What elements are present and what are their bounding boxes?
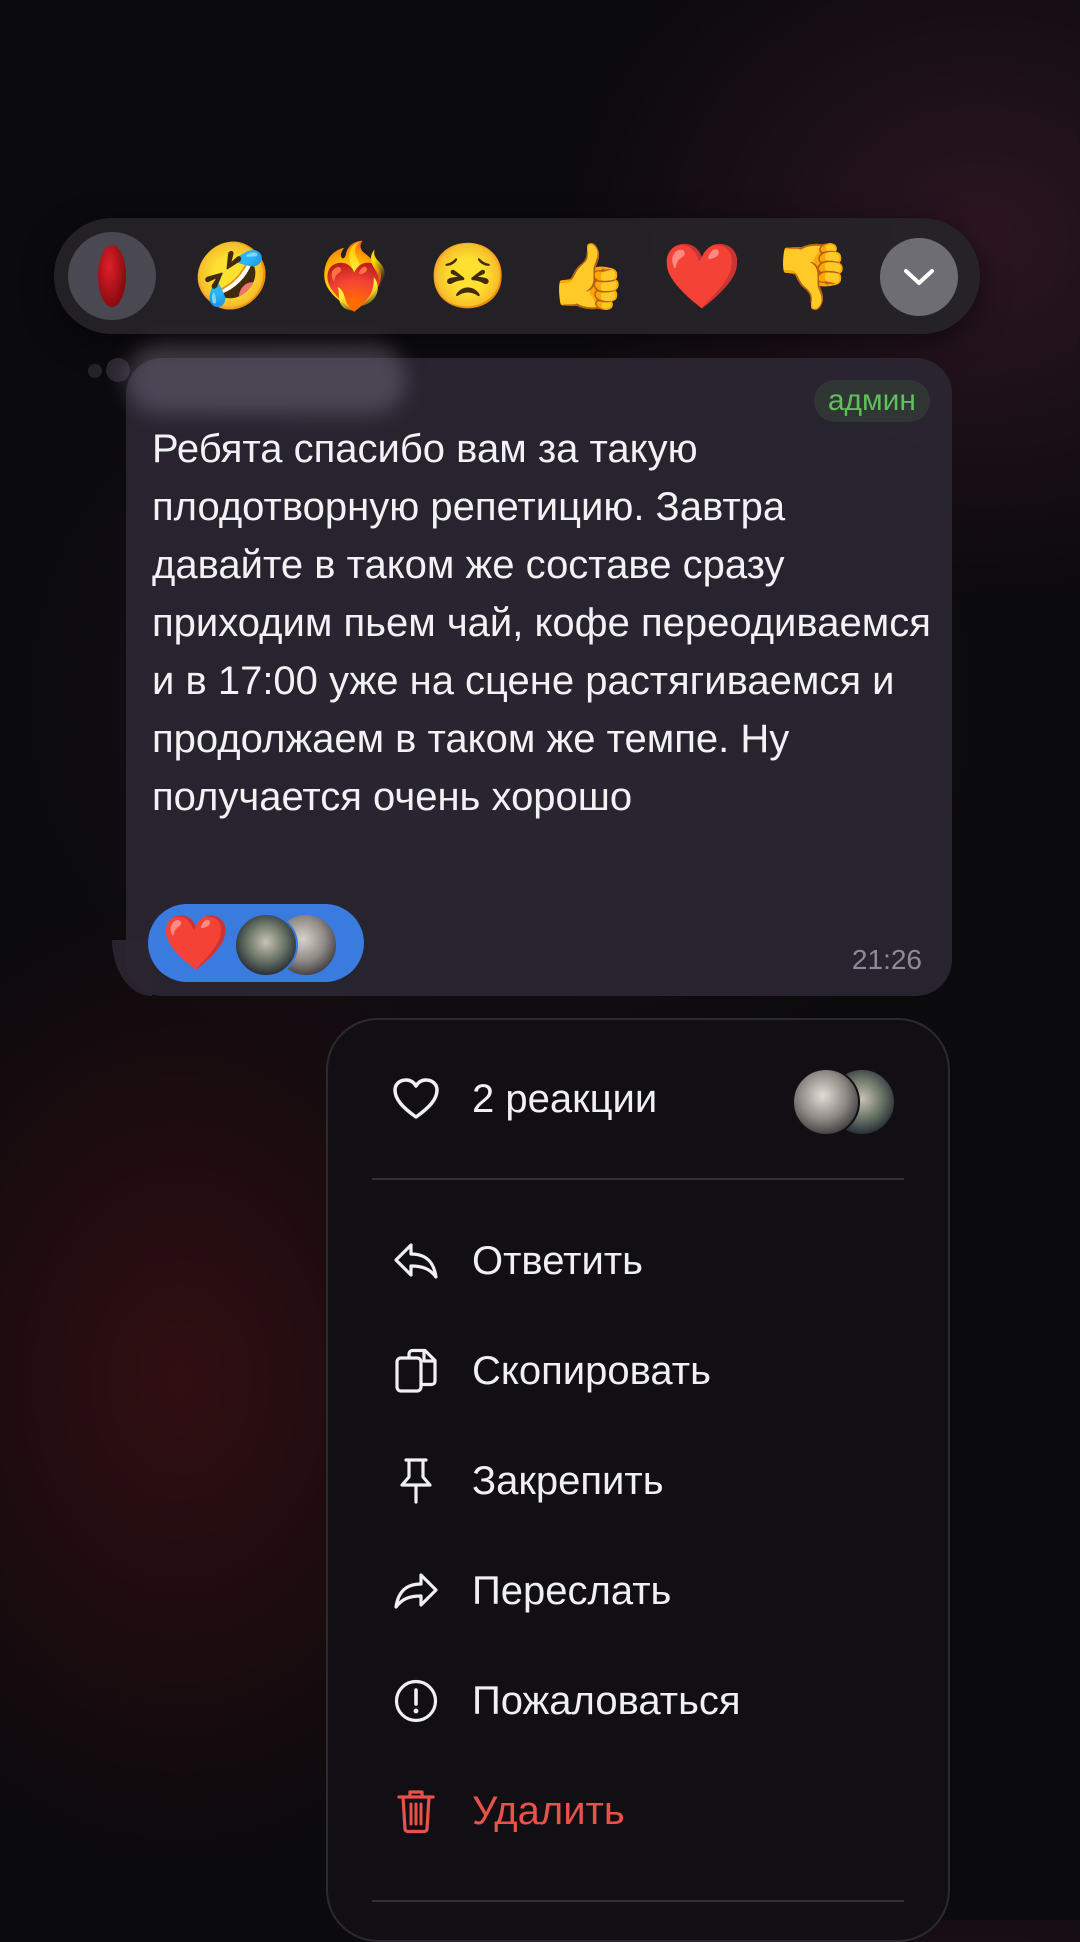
reaction-rofl[interactable]: 🤣 xyxy=(188,232,276,320)
menu-item-pin[interactable]: Закрепить xyxy=(390,1446,908,1516)
menu-item-report[interactable]: Пожаловаться xyxy=(390,1666,908,1736)
heart-icon: ❤️ xyxy=(162,913,230,973)
reaction-thumbs-up[interactable]: 👍 xyxy=(544,232,632,320)
menu-item-label: Переслать xyxy=(472,1568,672,1613)
reaction-heart-on-fire[interactable]: ❤️‍🔥 xyxy=(310,232,398,320)
avatar xyxy=(792,1068,860,1136)
reaction-persevering-face[interactable]: 😣 xyxy=(424,232,512,320)
divider xyxy=(372,1900,904,1902)
heart-outline-icon xyxy=(390,1073,442,1125)
divider xyxy=(372,1178,904,1180)
message-time: 21:26 xyxy=(851,944,922,975)
menu-item-label: Пожаловаться xyxy=(472,1678,741,1723)
message-bubble[interactable]: админ Ребята спасибо вам за такую плодот… xyxy=(126,344,952,996)
menu-item-label: Ответить xyxy=(472,1238,643,1283)
avatar xyxy=(234,913,298,977)
reaction-thumbs-down[interactable]: 👎 xyxy=(768,232,856,320)
copy-icon xyxy=(390,1345,442,1397)
bubble-dot-small xyxy=(88,364,102,378)
report-icon xyxy=(390,1675,442,1727)
context-menu: 2 реакции Ответить Скопировать Закрепить… xyxy=(326,1018,950,1942)
reaction-red-heart-selected[interactable] xyxy=(68,232,156,320)
reactions-count-label: 2 реакции xyxy=(472,1076,658,1121)
expand-reactions-button[interactable] xyxy=(880,238,958,316)
red-heart-icon xyxy=(98,245,126,307)
menu-item-forward[interactable]: Переслать xyxy=(390,1556,908,1626)
reaction-chip[interactable]: ❤️ xyxy=(148,904,364,982)
reaction-heart[interactable]: ❤️ xyxy=(658,232,746,320)
menu-item-label: Закрепить xyxy=(472,1458,664,1503)
menu-item-label: Скопировать xyxy=(472,1348,711,1393)
trash-icon xyxy=(390,1785,442,1837)
pin-icon xyxy=(390,1455,442,1507)
menu-item-label: Удалить xyxy=(472,1788,625,1833)
admin-badge: админ xyxy=(813,380,930,422)
menu-item-copy[interactable]: Скопировать xyxy=(390,1336,908,1406)
menu-item-reply[interactable]: Ответить xyxy=(390,1226,908,1296)
chevron-down-icon xyxy=(904,269,934,285)
reaction-avatars[interactable] xyxy=(792,1068,896,1136)
forward-icon xyxy=(390,1565,442,1617)
menu-item-delete[interactable]: Удалить xyxy=(390,1776,908,1846)
message-text: Ребята спасибо вам за такую плодотворную… xyxy=(152,427,931,819)
sender-name-blurred xyxy=(126,344,406,414)
reaction-bar: 🤣 ❤️‍🔥 😣 👍 ❤️ 👎 xyxy=(54,218,980,334)
reply-icon xyxy=(390,1235,442,1287)
